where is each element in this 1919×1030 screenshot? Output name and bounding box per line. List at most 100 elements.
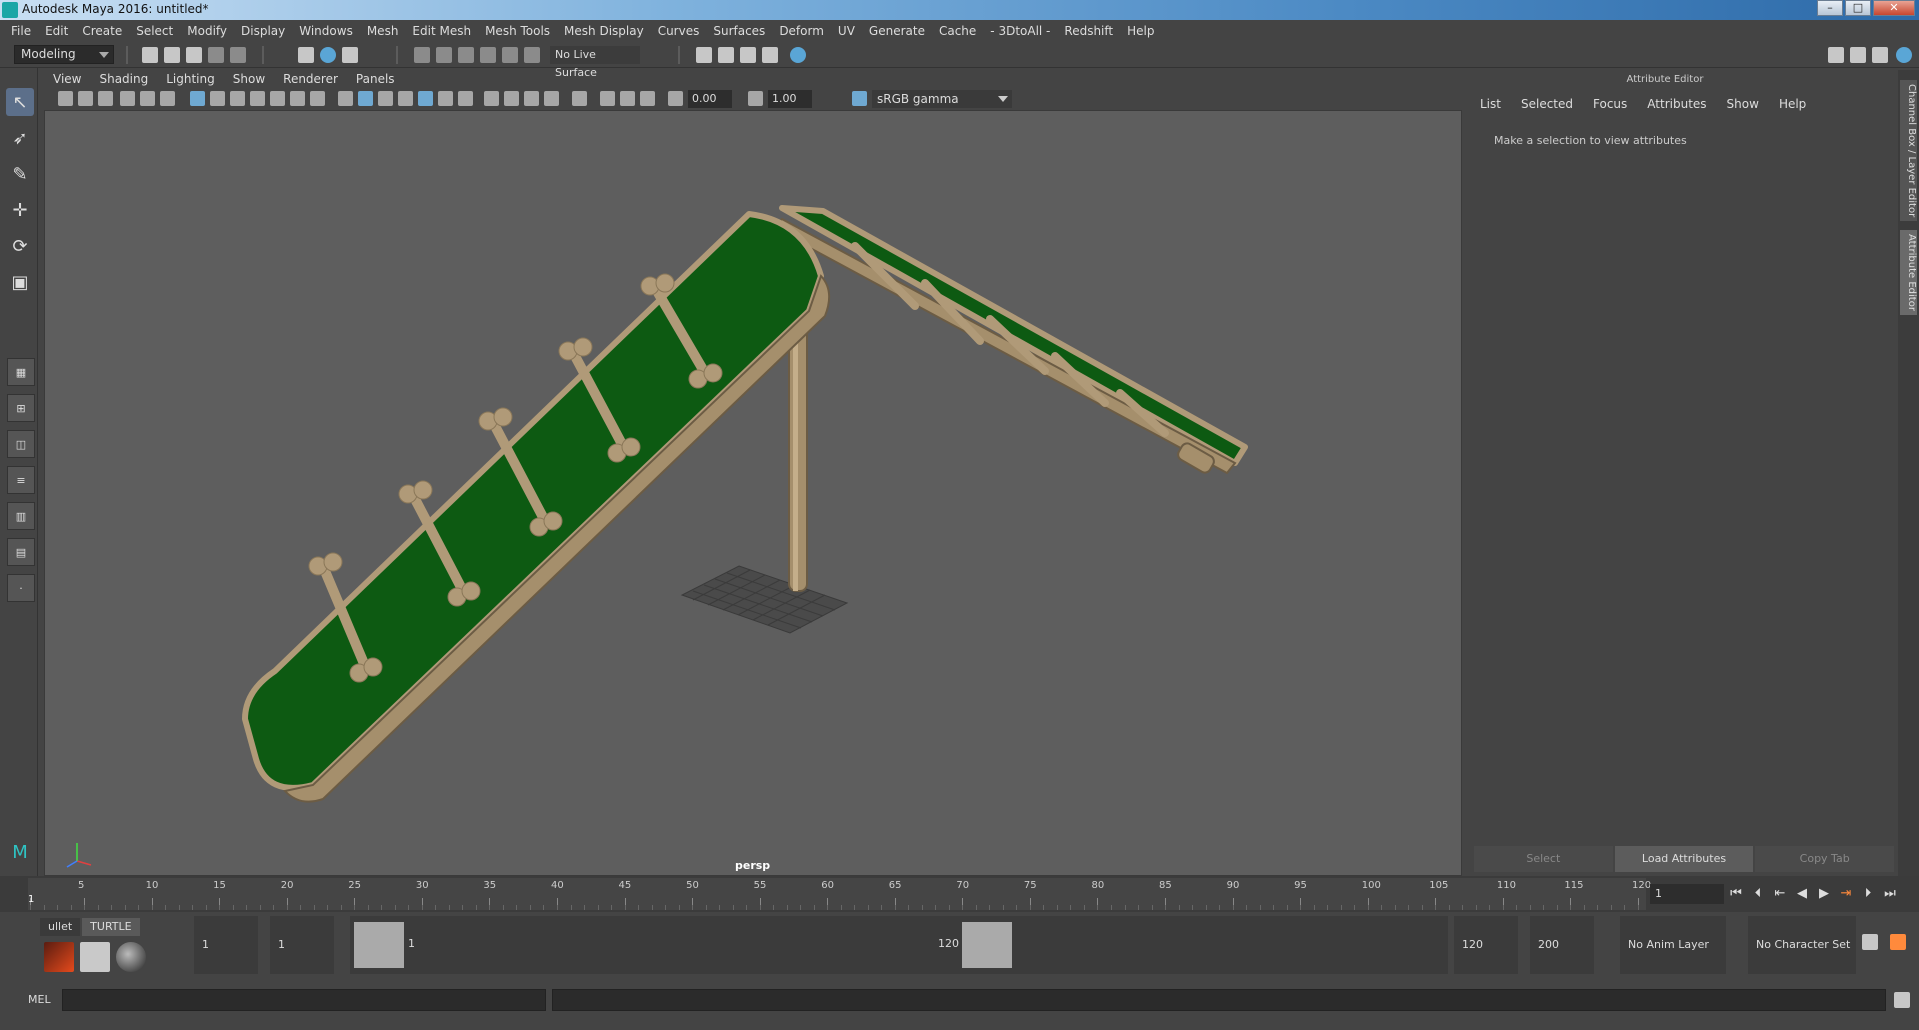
menu-curves[interactable]: Curves	[651, 20, 707, 42]
isolate-select-icon[interactable]	[572, 91, 587, 106]
command-input[interactable]	[62, 989, 546, 1011]
turtle-sphere-icon[interactable]	[116, 942, 146, 972]
minimize-button[interactable]: –	[1817, 0, 1843, 16]
use-all-lights-icon[interactable]	[438, 91, 453, 106]
make-live-icon[interactable]	[502, 47, 518, 63]
step-back-key-icon[interactable]: ⇤	[1772, 886, 1788, 902]
persp-outliner-layout-icon[interactable]: ◫	[7, 430, 35, 458]
script-editor-icon[interactable]	[1894, 992, 1910, 1008]
close-button[interactable]: ✕	[1873, 0, 1915, 16]
panel-menu-panels[interactable]: Panels	[347, 72, 404, 86]
menu-modify[interactable]: Modify	[180, 20, 234, 42]
menu-surfaces[interactable]: Surfaces	[706, 20, 772, 42]
bookmarks-icon[interactable]	[98, 91, 113, 106]
mel-label[interactable]: MEL	[28, 993, 51, 1006]
film-gate-icon[interactable]	[210, 91, 225, 106]
panel-menu-view[interactable]: View	[44, 72, 90, 86]
smooth-shade-icon[interactable]	[358, 91, 373, 106]
maximize-button[interactable]: □	[1845, 0, 1871, 16]
grid-icon[interactable]	[190, 91, 205, 106]
depth-of-field-icon[interactable]	[544, 91, 559, 106]
resolution-gate-icon[interactable]	[230, 91, 245, 106]
ae-menu-help[interactable]: Help	[1769, 97, 1816, 111]
render-settings-icon[interactable]	[696, 47, 712, 63]
playback-end-field[interactable]: 120	[1454, 916, 1518, 974]
menu-mesh[interactable]: Mesh	[360, 20, 406, 42]
gate-mask-icon[interactable]	[250, 91, 265, 106]
gamma-icon[interactable]	[748, 91, 763, 106]
exposure-field[interactable]: 0.00	[688, 90, 732, 108]
ae-menu-show[interactable]: Show	[1717, 97, 1769, 111]
snap-surface-icon[interactable]	[524, 47, 540, 63]
menu-mesh-display[interactable]: Mesh Display	[557, 20, 651, 42]
panel-menu-show[interactable]: Show	[224, 72, 274, 86]
menu-mesh-tools[interactable]: Mesh Tools	[478, 20, 557, 42]
single-perspective-layout-icon[interactable]: ▦	[7, 358, 35, 386]
2d-pan-zoom-icon[interactable]	[140, 91, 155, 106]
redo-icon[interactable]	[230, 47, 246, 63]
animation-preferences-icon[interactable]	[1890, 934, 1906, 950]
outliner-persp-graph-layout-icon[interactable]: ▤	[7, 538, 35, 566]
xray-joints-icon[interactable]	[640, 91, 655, 106]
step-back-frame-icon[interactable]: ⏴	[1750, 886, 1766, 902]
character-set-dropdown[interactable]: No Character Set	[1748, 916, 1856, 974]
ae-menu-list[interactable]: List	[1470, 97, 1511, 111]
new-scene-icon[interactable]	[142, 47, 158, 63]
panel-menu-shading[interactable]: Shading	[90, 72, 157, 86]
shadows-icon[interactable]	[458, 91, 473, 106]
undo-icon[interactable]	[208, 47, 224, 63]
use-default-material-icon[interactable]	[378, 91, 393, 106]
playback-start-field[interactable]: 1	[270, 916, 334, 974]
menu-windows[interactable]: Windows	[292, 20, 360, 42]
paint-select-tool-icon[interactable]: ✎	[6, 160, 34, 188]
select-by-hierarchy-icon[interactable]	[298, 47, 314, 63]
ae-menu-attributes[interactable]: Attributes	[1637, 97, 1716, 111]
select-by-object-icon[interactable]	[320, 47, 336, 63]
open-scene-icon[interactable]	[164, 47, 180, 63]
menu-select[interactable]: Select	[129, 20, 180, 42]
ipr-render-icon[interactable]	[740, 47, 756, 63]
go-to-start-icon[interactable]: ⏮	[1728, 886, 1744, 902]
attribute-editor-toggle-icon[interactable]	[1850, 47, 1866, 63]
persp-hypershade-layout-icon[interactable]: ▥	[7, 502, 35, 530]
menu-deform[interactable]: Deform	[772, 20, 831, 42]
move-tool-icon[interactable]: ✛	[6, 196, 34, 224]
ae-menu-selected[interactable]: Selected	[1511, 97, 1583, 111]
menu-3dtoall[interactable]: - 3DtoAll -	[983, 20, 1057, 42]
select-by-component-icon[interactable]	[342, 47, 358, 63]
tool-settings-icon[interactable]	[1872, 47, 1888, 63]
persp-graph-layout-icon[interactable]: ≡	[7, 466, 35, 494]
view-transform-dropdown[interactable]: sRGB gamma	[872, 90, 1012, 108]
color-management-icon[interactable]	[852, 91, 867, 106]
menu-help[interactable]: Help	[1120, 20, 1161, 42]
snap-grid-icon[interactable]	[414, 47, 430, 63]
xray-icon[interactable]	[600, 91, 615, 106]
menu-set-dropdown[interactable]: Modeling	[14, 45, 114, 64]
image-plane-icon[interactable]	[120, 91, 135, 106]
shelf-tab-turtle[interactable]: TURTLE	[82, 918, 140, 936]
lasso-tool-icon[interactable]: ➶	[6, 124, 34, 152]
snap-curve-icon[interactable]	[436, 47, 452, 63]
channel-box-tab[interactable]: Channel Box / Layer Editor	[1900, 80, 1917, 222]
custom-layout-icon[interactable]: ·	[7, 574, 35, 602]
scale-tool-icon[interactable]: ▣	[6, 268, 34, 296]
menu-cache[interactable]: Cache	[932, 20, 983, 42]
snap-point-icon[interactable]	[458, 47, 474, 63]
render-view-icon[interactable]	[762, 47, 778, 63]
load-attributes-button[interactable]: Load Attributes	[1614, 846, 1754, 872]
shelf-tab-bullet[interactable]: ullet	[40, 918, 81, 936]
screen-space-ao-icon[interactable]	[484, 91, 499, 106]
panel-menu-renderer[interactable]: Renderer	[274, 72, 347, 86]
menu-display[interactable]: Display	[234, 20, 292, 42]
range-end-handle[interactable]	[962, 922, 1012, 968]
panel-menu-lighting[interactable]: Lighting	[157, 72, 224, 86]
xray-active-components-icon[interactable]	[620, 91, 635, 106]
ae-menu-focus[interactable]: Focus	[1583, 97, 1637, 111]
motion-blur-icon[interactable]	[504, 91, 519, 106]
current-frame-field[interactable]: 1	[1650, 884, 1724, 904]
turtle-bake-icon[interactable]	[80, 942, 110, 972]
save-scene-icon[interactable]	[186, 47, 202, 63]
menu-redshift[interactable]: Redshift	[1057, 20, 1120, 42]
gamma-field[interactable]: 1.00	[768, 90, 812, 108]
menu-uv[interactable]: UV	[831, 20, 862, 42]
